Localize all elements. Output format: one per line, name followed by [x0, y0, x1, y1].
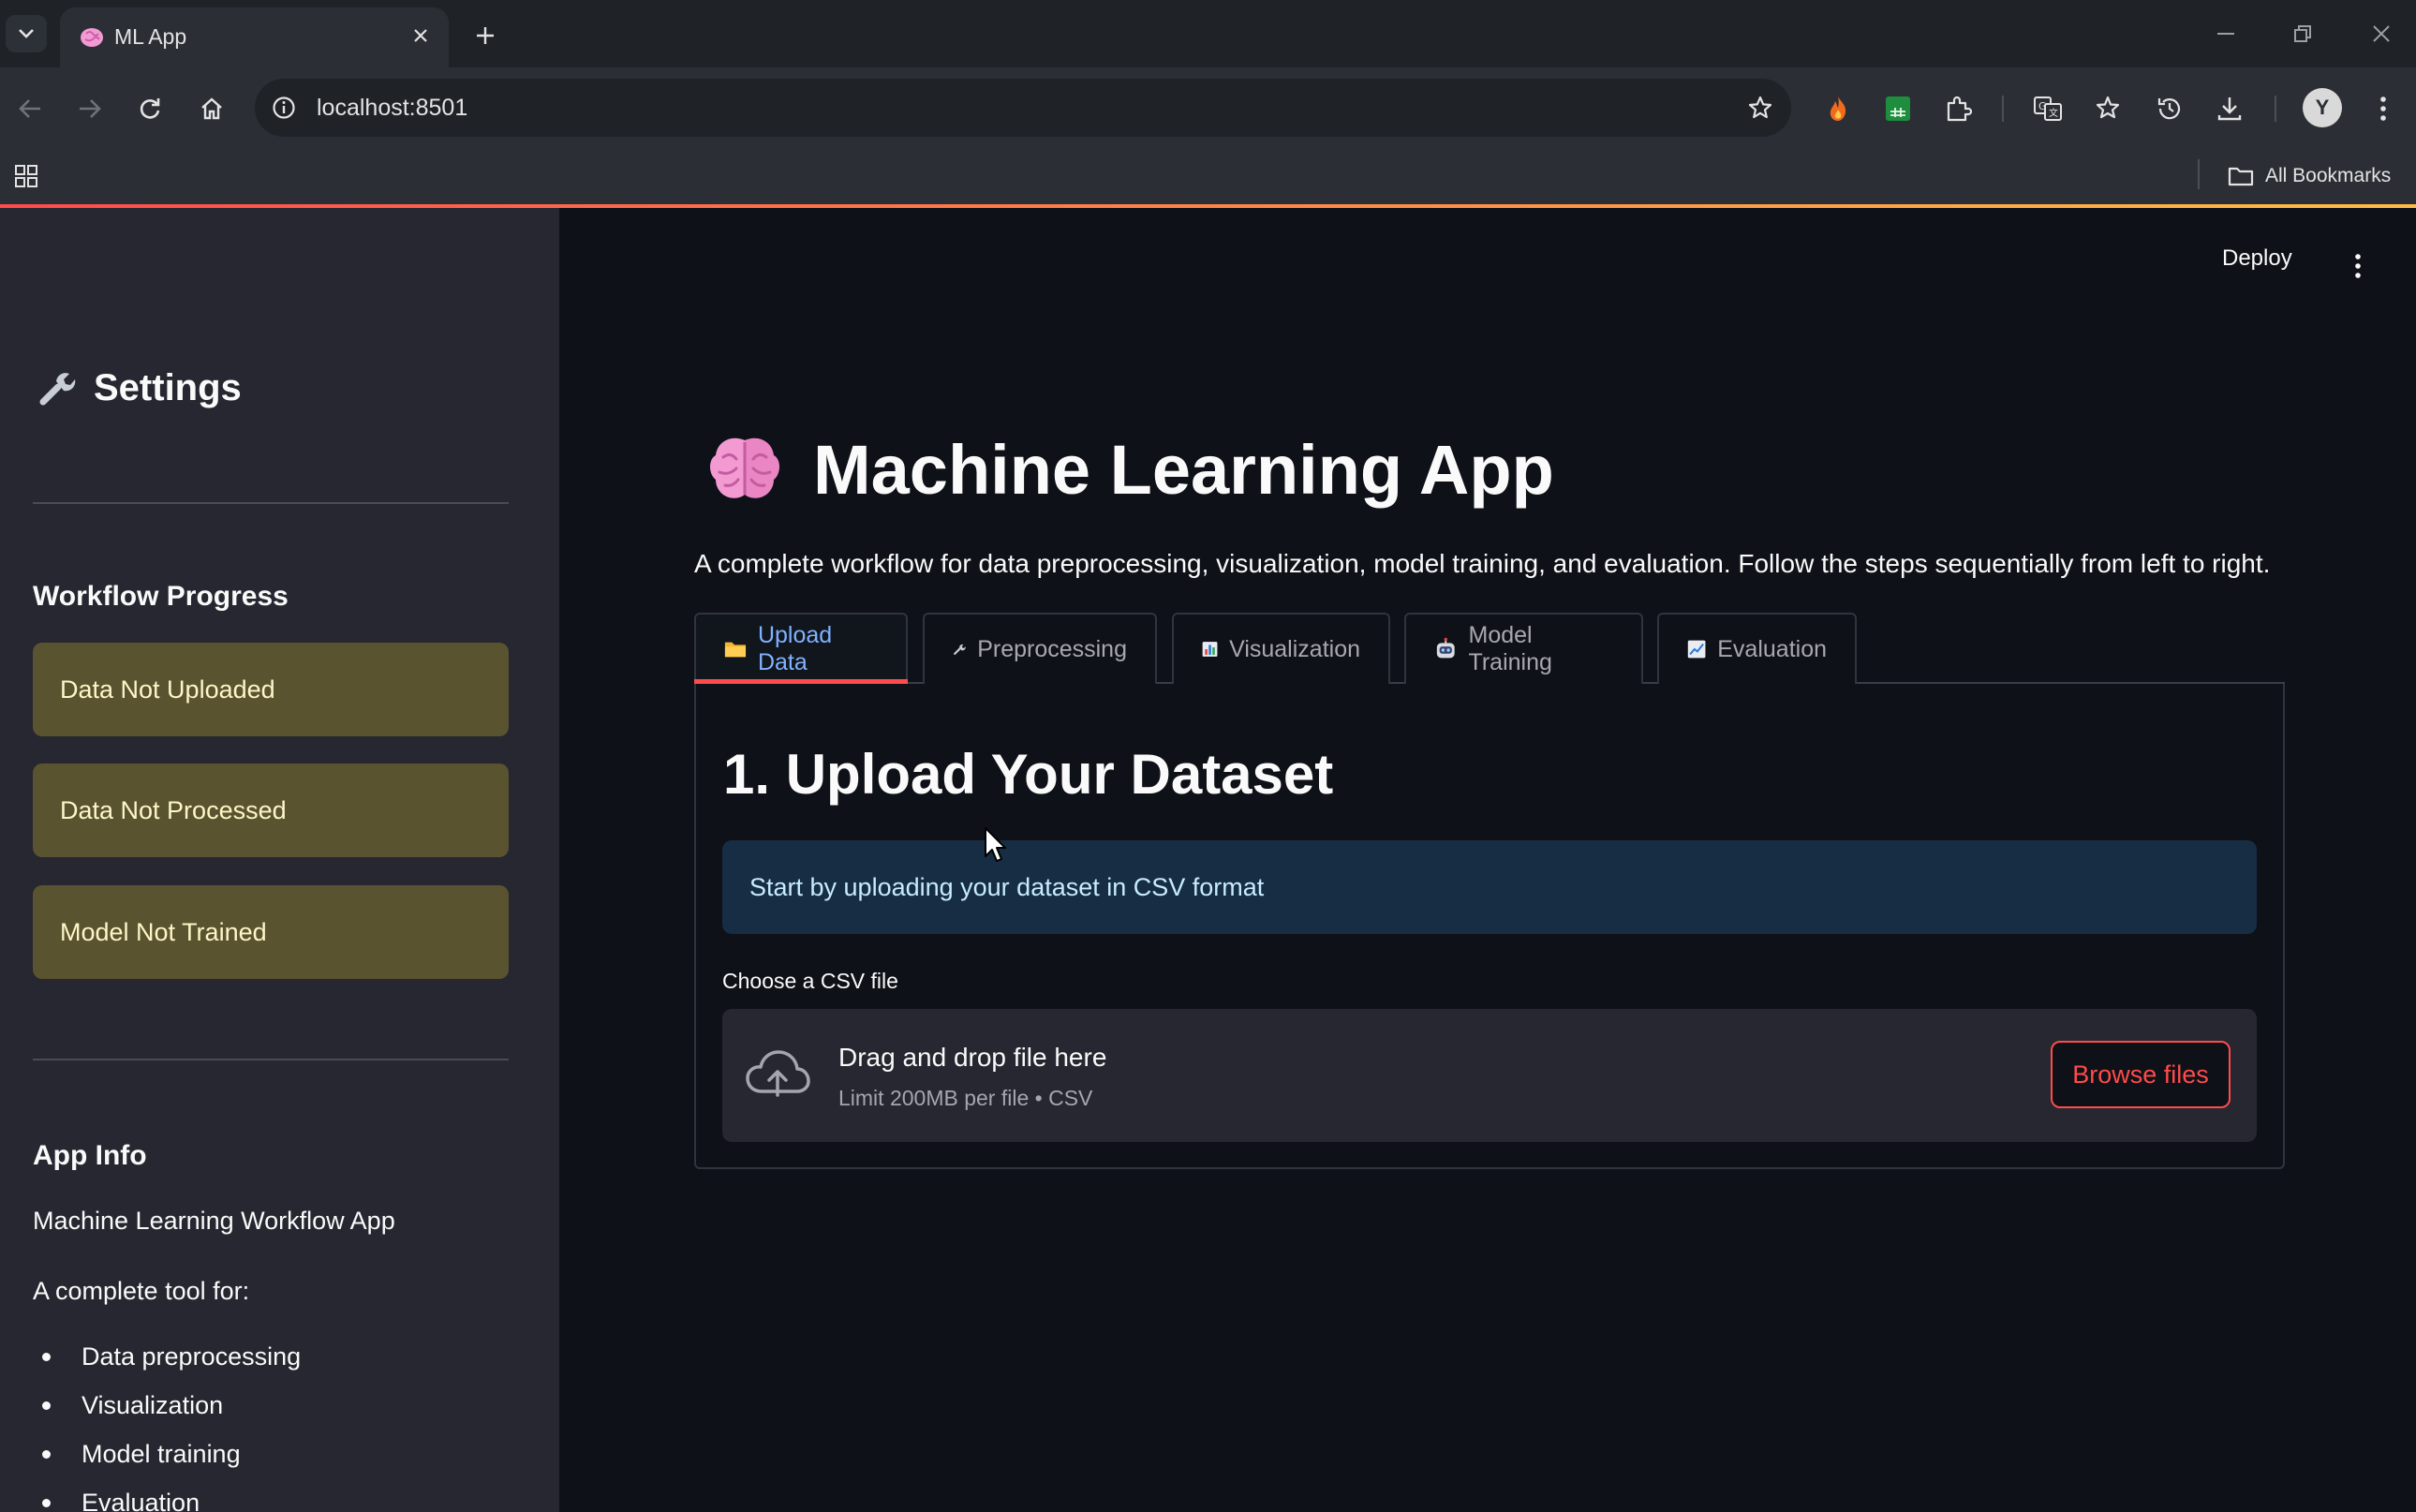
favorites-button[interactable] — [2087, 88, 2128, 129]
browse-files-button[interactable]: Browse files — [2051, 1041, 2231, 1108]
plus-icon — [477, 27, 494, 44]
list-item: Visualization — [33, 1388, 301, 1437]
bar-chart-icon — [1202, 642, 1218, 657]
app-info-intro: A complete tool for: — [33, 1277, 250, 1305]
close-icon — [414, 29, 427, 42]
spreadsheet-icon — [1886, 96, 1910, 121]
tab-model-training[interactable]: Model Training — [1404, 613, 1643, 684]
status-data-processing: Data Not Processed — [33, 763, 509, 857]
list-item: Data preprocessing — [33, 1340, 301, 1388]
file-uploader-label: Choose a CSV file — [722, 969, 898, 993]
arrow-left-icon — [19, 99, 40, 118]
brain-icon — [81, 28, 103, 47]
deploy-button[interactable]: Deploy — [2222, 245, 2292, 272]
bookmarks-bar: All Bookmarks — [0, 148, 2416, 206]
robot-icon — [1436, 637, 1455, 659]
extension-fire-button[interactable] — [1817, 88, 1859, 129]
puzzle-icon — [1947, 96, 1972, 122]
address-bar[interactable]: localhost:8501 — [255, 79, 1791, 137]
info-alert: Start by uploading your dataset in CSV f… — [722, 840, 2257, 934]
tab-visualization[interactable]: Visualization — [1172, 613, 1390, 684]
app-info-heading: App Info — [33, 1140, 147, 1171]
back-button[interactable] — [9, 88, 51, 129]
all-bookmarks-label: All Bookmarks — [2265, 165, 2392, 186]
cloud-upload-icon — [746, 1050, 810, 1097]
url-text: localhost:8501 — [317, 95, 468, 121]
star-list-icon — [2096, 96, 2120, 119]
tab-preprocessing[interactable]: Preprocessing — [923, 613, 1157, 684]
wrench-icon — [954, 644, 966, 656]
close-window-button[interactable] — [2361, 15, 2402, 52]
app-info-name: Machine Learning Workflow App — [33, 1207, 395, 1235]
forward-button[interactable] — [69, 88, 111, 129]
fire-icon — [1830, 96, 1846, 121]
svg-text:文: 文 — [2049, 107, 2058, 119]
app-info-list: Data preprocessing Visualization Model t… — [33, 1340, 301, 1512]
download-icon — [2217, 97, 2242, 121]
status-data-upload: Data Not Uploaded — [33, 643, 509, 736]
arrow-right-icon — [80, 99, 101, 118]
divider — [33, 1059, 509, 1060]
app-menu-button[interactable] — [2344, 245, 2372, 287]
history-button[interactable] — [2149, 88, 2190, 129]
apps-grid-icon — [15, 165, 37, 187]
more-vertical-icon — [2355, 254, 2361, 278]
minimize-icon — [2217, 33, 2234, 35]
info-icon — [273, 96, 295, 119]
restore-window-button[interactable] — [2282, 15, 2323, 52]
translate-icon: G文 — [2034, 96, 2062, 121]
tab-upload-data[interactable]: Upload Data — [694, 613, 908, 684]
close-tab-button[interactable] — [406, 21, 436, 51]
brain-icon — [710, 437, 779, 498]
tab-title: ML App — [114, 24, 187, 49]
line-chart-icon — [1687, 640, 1706, 659]
all-bookmarks-button[interactable]: All Bookmarks — [2228, 156, 2391, 197]
profile-avatar[interactable]: Y — [2303, 88, 2342, 127]
list-item: Model training — [33, 1437, 301, 1486]
tab-evaluation[interactable]: Evaluation — [1657, 613, 1857, 684]
browser-tab-active[interactable]: ML App — [60, 7, 449, 67]
apps-button[interactable] — [9, 159, 43, 193]
minimize-window-button[interactable] — [2205, 15, 2246, 52]
app-description: A complete workflow for data preprocessi… — [694, 549, 2271, 578]
folder-icon — [2228, 167, 2254, 186]
browser-toolbar: localhost:8501 G文 Y — [0, 67, 2416, 148]
chevron-down-icon — [19, 29, 34, 38]
browser-tab-strip: ML App — [0, 0, 2416, 67]
browser-menu-button[interactable] — [2363, 88, 2404, 129]
restore-icon — [2294, 25, 2311, 42]
status-model-training: Model Not Trained — [33, 885, 509, 979]
extensions-button[interactable] — [1937, 88, 1979, 129]
more-vertical-icon — [2380, 96, 2386, 121]
dropzone-instructions: Drag and drop file here — [838, 1043, 1107, 1072]
extension-sheets-button[interactable] — [1877, 88, 1919, 129]
section-title: 1. Upload Your Dataset — [723, 743, 1334, 806]
reload-icon — [140, 98, 160, 119]
home-icon — [201, 97, 222, 120]
folder-icon — [724, 642, 747, 658]
workflow-progress-heading: Workflow Progress — [33, 581, 289, 612]
reload-button[interactable] — [129, 88, 170, 129]
bookmark-star-button[interactable] — [1742, 90, 1778, 126]
mouse-cursor-icon — [985, 827, 1006, 862]
home-button[interactable] — [191, 88, 232, 129]
sidebar: Settings Workflow Progress Data Not Uplo… — [0, 208, 559, 1512]
translate-button[interactable]: G文 — [2027, 88, 2068, 129]
wrench-icon — [39, 372, 76, 405]
site-info-button[interactable] — [268, 92, 300, 124]
list-item: Evaluation — [33, 1486, 301, 1512]
dropzone-limit: Limit 200MB per file • CSV — [838, 1086, 1093, 1110]
page-title: Machine Learning App — [704, 429, 1554, 510]
new-tab-button[interactable] — [467, 17, 504, 54]
close-icon — [2373, 25, 2390, 42]
downloads-button[interactable] — [2209, 88, 2250, 129]
tab-search-button[interactable] — [6, 15, 47, 52]
divider — [33, 502, 509, 504]
history-icon — [2157, 98, 2181, 120]
file-dropzone[interactable]: Drag and drop file here Limit 200MB per … — [722, 1009, 2257, 1142]
sidebar-title: Settings — [36, 367, 242, 409]
star-icon — [1748, 96, 1772, 119]
